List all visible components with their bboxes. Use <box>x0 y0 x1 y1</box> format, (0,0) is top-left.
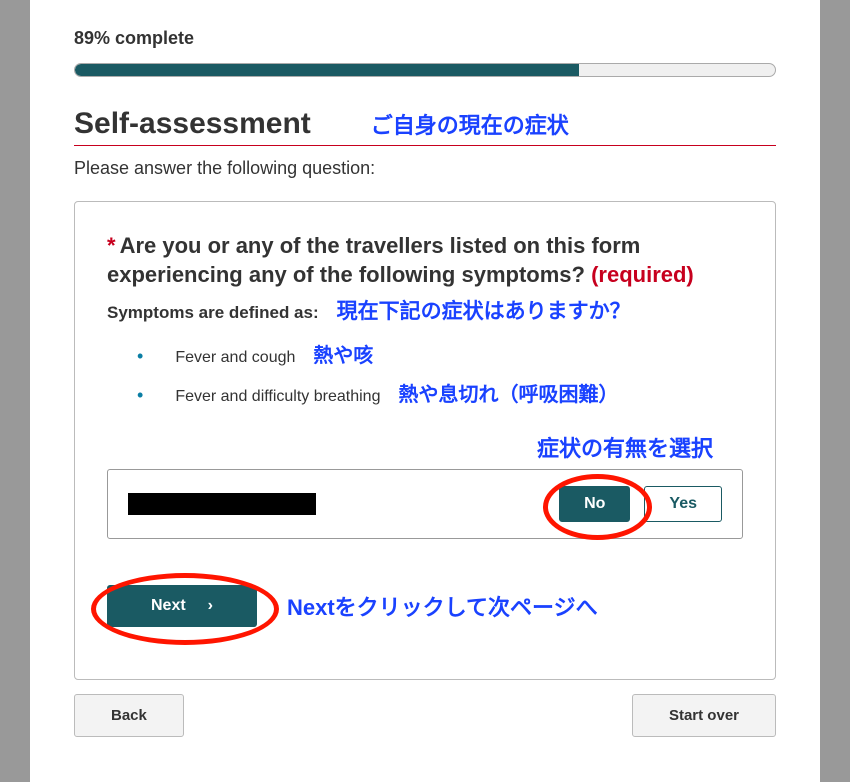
progress-bar <box>74 63 776 77</box>
answer-row: No Yes <box>107 469 743 539</box>
annotation-title-jp: ご自身の現在の症状 <box>371 108 569 140</box>
symptoms-list: Fever and cough 熱や咳 Fever and difficulty… <box>137 339 743 407</box>
annotation-defined-jp: 現在下記の症状はありますか？ <box>337 295 631 325</box>
next-button[interactable]: Next › <box>107 585 257 627</box>
subheading: Please answer the following question: <box>74 158 776 179</box>
answer-buttons: No Yes <box>559 486 722 522</box>
symptom-en: Fever and difficulty breathing <box>175 388 380 406</box>
page-title: Self-assessment <box>74 107 311 141</box>
footer-buttons: Back Start over <box>74 694 776 737</box>
highlight-circle-no: No <box>559 486 630 522</box>
start-over-button[interactable]: Start over <box>632 694 776 737</box>
chevron-right-icon: › <box>208 597 213 615</box>
divider <box>74 145 776 146</box>
next-label: Next <box>151 597 186 615</box>
list-item: Fever and difficulty breathing 熱や息切れ（呼吸困… <box>137 378 743 407</box>
question-body: Are you or any of the travellers listed … <box>107 233 640 287</box>
defined-row: Symptoms are defined as: 現在下記の症状はありますか？ <box>107 295 743 325</box>
redacted-name <box>128 493 316 515</box>
required-asterisk: * <box>107 233 116 258</box>
highlight-circle-next: Next › <box>107 585 257 627</box>
symptom-en: Fever and cough <box>175 349 295 367</box>
annotation-symptom-jp: 熱や息切れ（呼吸困難） <box>398 378 618 407</box>
annotation-next-jp: Nextをクリックして次ページへ <box>287 590 598 622</box>
list-item: Fever and cough 熱や咳 <box>137 339 743 368</box>
annotation-symptom-jp: 熱や咳 <box>313 339 373 368</box>
heading-row: Self-assessment ご自身の現在の症状 <box>74 107 776 141</box>
question-text: *Are you or any of the travellers listed… <box>107 232 743 289</box>
annotation-select-jp: 症状の有無を選択 <box>107 431 713 463</box>
required-label: (required) <box>591 262 694 287</box>
progress-text: 89% complete <box>74 28 776 49</box>
back-button[interactable]: Back <box>74 694 184 737</box>
next-row: Next › Nextをクリックして次ページへ <box>107 585 743 627</box>
yes-button[interactable]: Yes <box>644 486 722 522</box>
progress-fill <box>75 64 579 76</box>
symptoms-defined-label: Symptoms are defined as: <box>107 303 319 323</box>
question-card: *Are you or any of the travellers listed… <box>74 201 776 680</box>
page: 89% complete Self-assessment ご自身の現在の症状 P… <box>30 0 820 782</box>
no-button[interactable]: No <box>559 486 630 522</box>
